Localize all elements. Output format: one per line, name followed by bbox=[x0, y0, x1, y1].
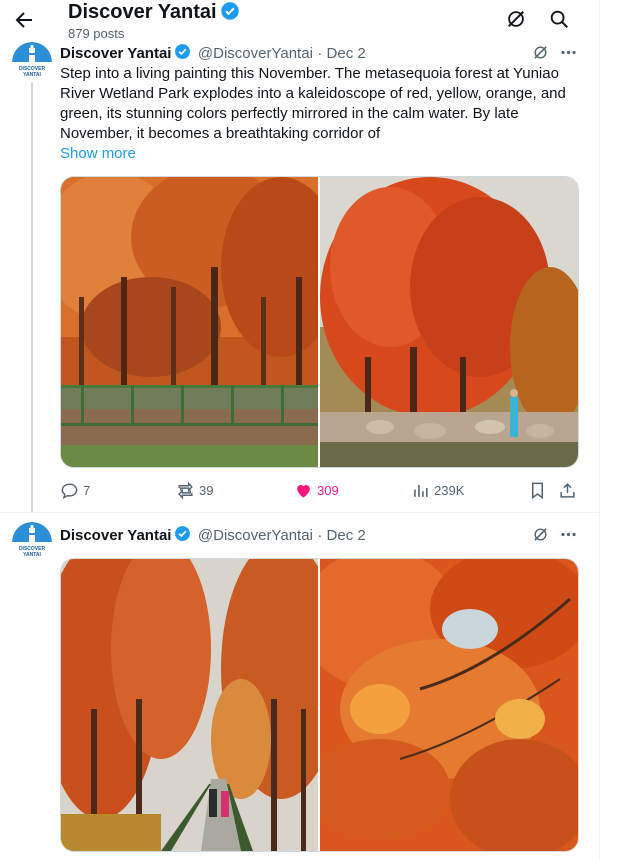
verified-badge-icon bbox=[175, 526, 191, 541]
post-count: 879 posts bbox=[68, 26, 125, 41]
repost-icon bbox=[178, 481, 193, 500]
author-handle[interactable]: @DiscoverYantai bbox=[198, 527, 313, 544]
tweet-separator bbox=[0, 512, 600, 513]
verified-badge-icon bbox=[220, 2, 239, 20]
thread-connector bbox=[31, 72, 33, 512]
tweet-text: Step into a living painting this Novembe… bbox=[60, 65, 566, 142]
profile-header: Discover Yantai 879 posts bbox=[0, 0, 600, 44]
tweet-photo[interactable] bbox=[320, 559, 578, 851]
like-icon bbox=[297, 484, 310, 498]
like-button[interactable]: 309 bbox=[294, 481, 339, 500]
show-more-link[interactable]: Show more bbox=[60, 145, 136, 162]
avatar[interactable]: DISCOVER YANTAI bbox=[12, 42, 52, 82]
discover-yantai-logo: DISCOVER YANTAI bbox=[12, 522, 52, 562]
column-border bbox=[599, 0, 600, 860]
grok-icon[interactable] bbox=[505, 8, 527, 30]
tweet-photo[interactable] bbox=[61, 559, 318, 851]
tweet-media[interactable] bbox=[60, 176, 579, 468]
more-icon[interactable] bbox=[559, 43, 578, 62]
tweet-header: Discover Yantai @DiscoverYantai · Dec 2 bbox=[60, 43, 366, 63]
discover-yantai-logo: DISCOVER YANTAI bbox=[12, 42, 52, 82]
tweet-date[interactable]: · Dec 2 bbox=[317, 45, 365, 62]
tweet-date[interactable]: · Dec 2 bbox=[317, 527, 365, 544]
views-icon bbox=[414, 484, 428, 497]
back-arrow-icon[interactable] bbox=[12, 8, 36, 32]
grok-icon[interactable] bbox=[532, 44, 549, 61]
reply-count: 7 bbox=[83, 483, 91, 498]
bookmark-icon[interactable] bbox=[528, 481, 547, 500]
reply-button[interactable]: 7 bbox=[60, 481, 90, 500]
search-icon[interactable] bbox=[548, 8, 570, 30]
more-icon[interactable] bbox=[559, 525, 578, 544]
repost-button[interactable]: 39 bbox=[176, 481, 213, 500]
tweet-photo[interactable] bbox=[320, 177, 578, 467]
profile-name: Discover Yantai bbox=[68, 1, 217, 23]
views-button[interactable]: 239K bbox=[411, 481, 464, 500]
reply-icon bbox=[61, 483, 78, 500]
tweet-header: Discover Yantai @DiscoverYantai · Dec 2 bbox=[60, 525, 366, 545]
share-icon[interactable] bbox=[558, 481, 577, 500]
tweet-media[interactable] bbox=[60, 558, 579, 852]
svg-text:YANTAI: YANTAI bbox=[23, 552, 41, 558]
repost-count: 39 bbox=[199, 483, 214, 498]
author-handle[interactable]: @DiscoverYantai bbox=[198, 45, 313, 62]
views-count: 239K bbox=[434, 483, 465, 498]
like-count: 309 bbox=[317, 483, 339, 498]
grok-icon[interactable] bbox=[532, 526, 549, 543]
verified-badge-icon bbox=[175, 44, 191, 59]
avatar[interactable]: DISCOVER YANTAI bbox=[12, 522, 52, 562]
author-name[interactable]: Discover Yantai bbox=[60, 527, 171, 544]
profile-title: Discover Yantai bbox=[68, 1, 240, 24]
svg-text:YANTAI: YANTAI bbox=[23, 72, 41, 78]
tweet-photo[interactable] bbox=[61, 177, 318, 467]
author-name[interactable]: Discover Yantai bbox=[60, 45, 171, 62]
